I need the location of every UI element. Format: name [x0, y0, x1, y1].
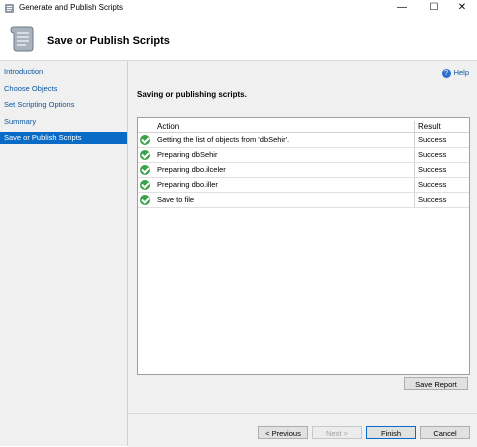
success-check-icon: [140, 195, 150, 205]
success-check-icon: [140, 165, 150, 175]
row-result[interactable]: Success: [415, 178, 469, 192]
row-result[interactable]: Success: [415, 163, 469, 177]
nav-item-scripting-options[interactable]: Set Scripting Options: [0, 99, 127, 111]
help-icon: ?: [441, 68, 451, 78]
wizard-header: Save or Publish Scripts: [0, 16, 477, 61]
success-check-icon: [140, 180, 150, 190]
next-button[interactable]: Next >: [312, 426, 362, 439]
row-result[interactable]: Success: [415, 133, 469, 147]
close-button[interactable]: ✕: [448, 0, 476, 16]
table-row[interactable]: Preparing dbo.ilceler Success: [138, 163, 469, 178]
wizard-sidebar: Introduction Choose Objects Set Scriptin…: [0, 61, 128, 446]
nav-item-save-publish[interactable]: Save or Publish Scripts: [0, 132, 127, 144]
page-title: Save or Publish Scripts: [47, 35, 170, 47]
help-link[interactable]: ? Help: [441, 68, 469, 78]
grid-header: Action Result: [138, 121, 469, 133]
nav-item-introduction[interactable]: Introduction: [0, 66, 127, 78]
script-scroll-icon: [10, 26, 34, 52]
column-header-result[interactable]: Result: [415, 121, 469, 132]
section-title: Saving or publishing scripts.: [137, 90, 247, 99]
row-action: Getting the list of objects from 'dbSehi…: [153, 133, 415, 147]
help-label: Help: [453, 68, 469, 77]
maximize-button[interactable]: ☐: [420, 0, 448, 16]
table-row[interactable]: Getting the list of objects from 'dbSehi…: [138, 133, 469, 148]
minimize-button[interactable]: —: [388, 0, 416, 16]
table-row[interactable]: Save to file Success: [138, 193, 469, 208]
column-header-action[interactable]: Action: [153, 121, 415, 132]
row-result[interactable]: Success: [415, 148, 469, 162]
row-action: Preparing dbo.iller: [153, 178, 415, 192]
row-result[interactable]: Success: [415, 193, 469, 207]
table-row[interactable]: Preparing dbo.iller Success: [138, 178, 469, 193]
title-bar: Generate and Publish Scripts — ☐ ✕: [0, 0, 477, 16]
previous-button[interactable]: < Previous: [258, 426, 308, 439]
nav-item-choose-objects[interactable]: Choose Objects: [0, 83, 127, 95]
nav-item-summary[interactable]: Summary: [0, 116, 127, 128]
finish-button[interactable]: Finish: [366, 426, 416, 439]
row-action: Preparing dbSehir: [153, 148, 415, 162]
success-check-icon: [140, 150, 150, 160]
row-action: Save to file: [153, 193, 415, 207]
main-panel: ? Help Saving or publishing scripts. Acti…: [128, 61, 477, 413]
save-report-button[interactable]: Save Report: [404, 377, 468, 390]
row-action: Preparing dbo.ilceler: [153, 163, 415, 177]
app-icon: [5, 4, 14, 13]
success-check-icon: [140, 135, 150, 145]
cancel-button[interactable]: Cancel: [420, 426, 470, 439]
results-grid: Action Result Getting the list of object…: [137, 117, 470, 375]
table-row[interactable]: Preparing dbSehir Success: [138, 148, 469, 163]
wizard-footer: < Previous Next > Finish Cancel: [128, 413, 477, 447]
window-title: Generate and Publish Scripts: [19, 3, 124, 12]
